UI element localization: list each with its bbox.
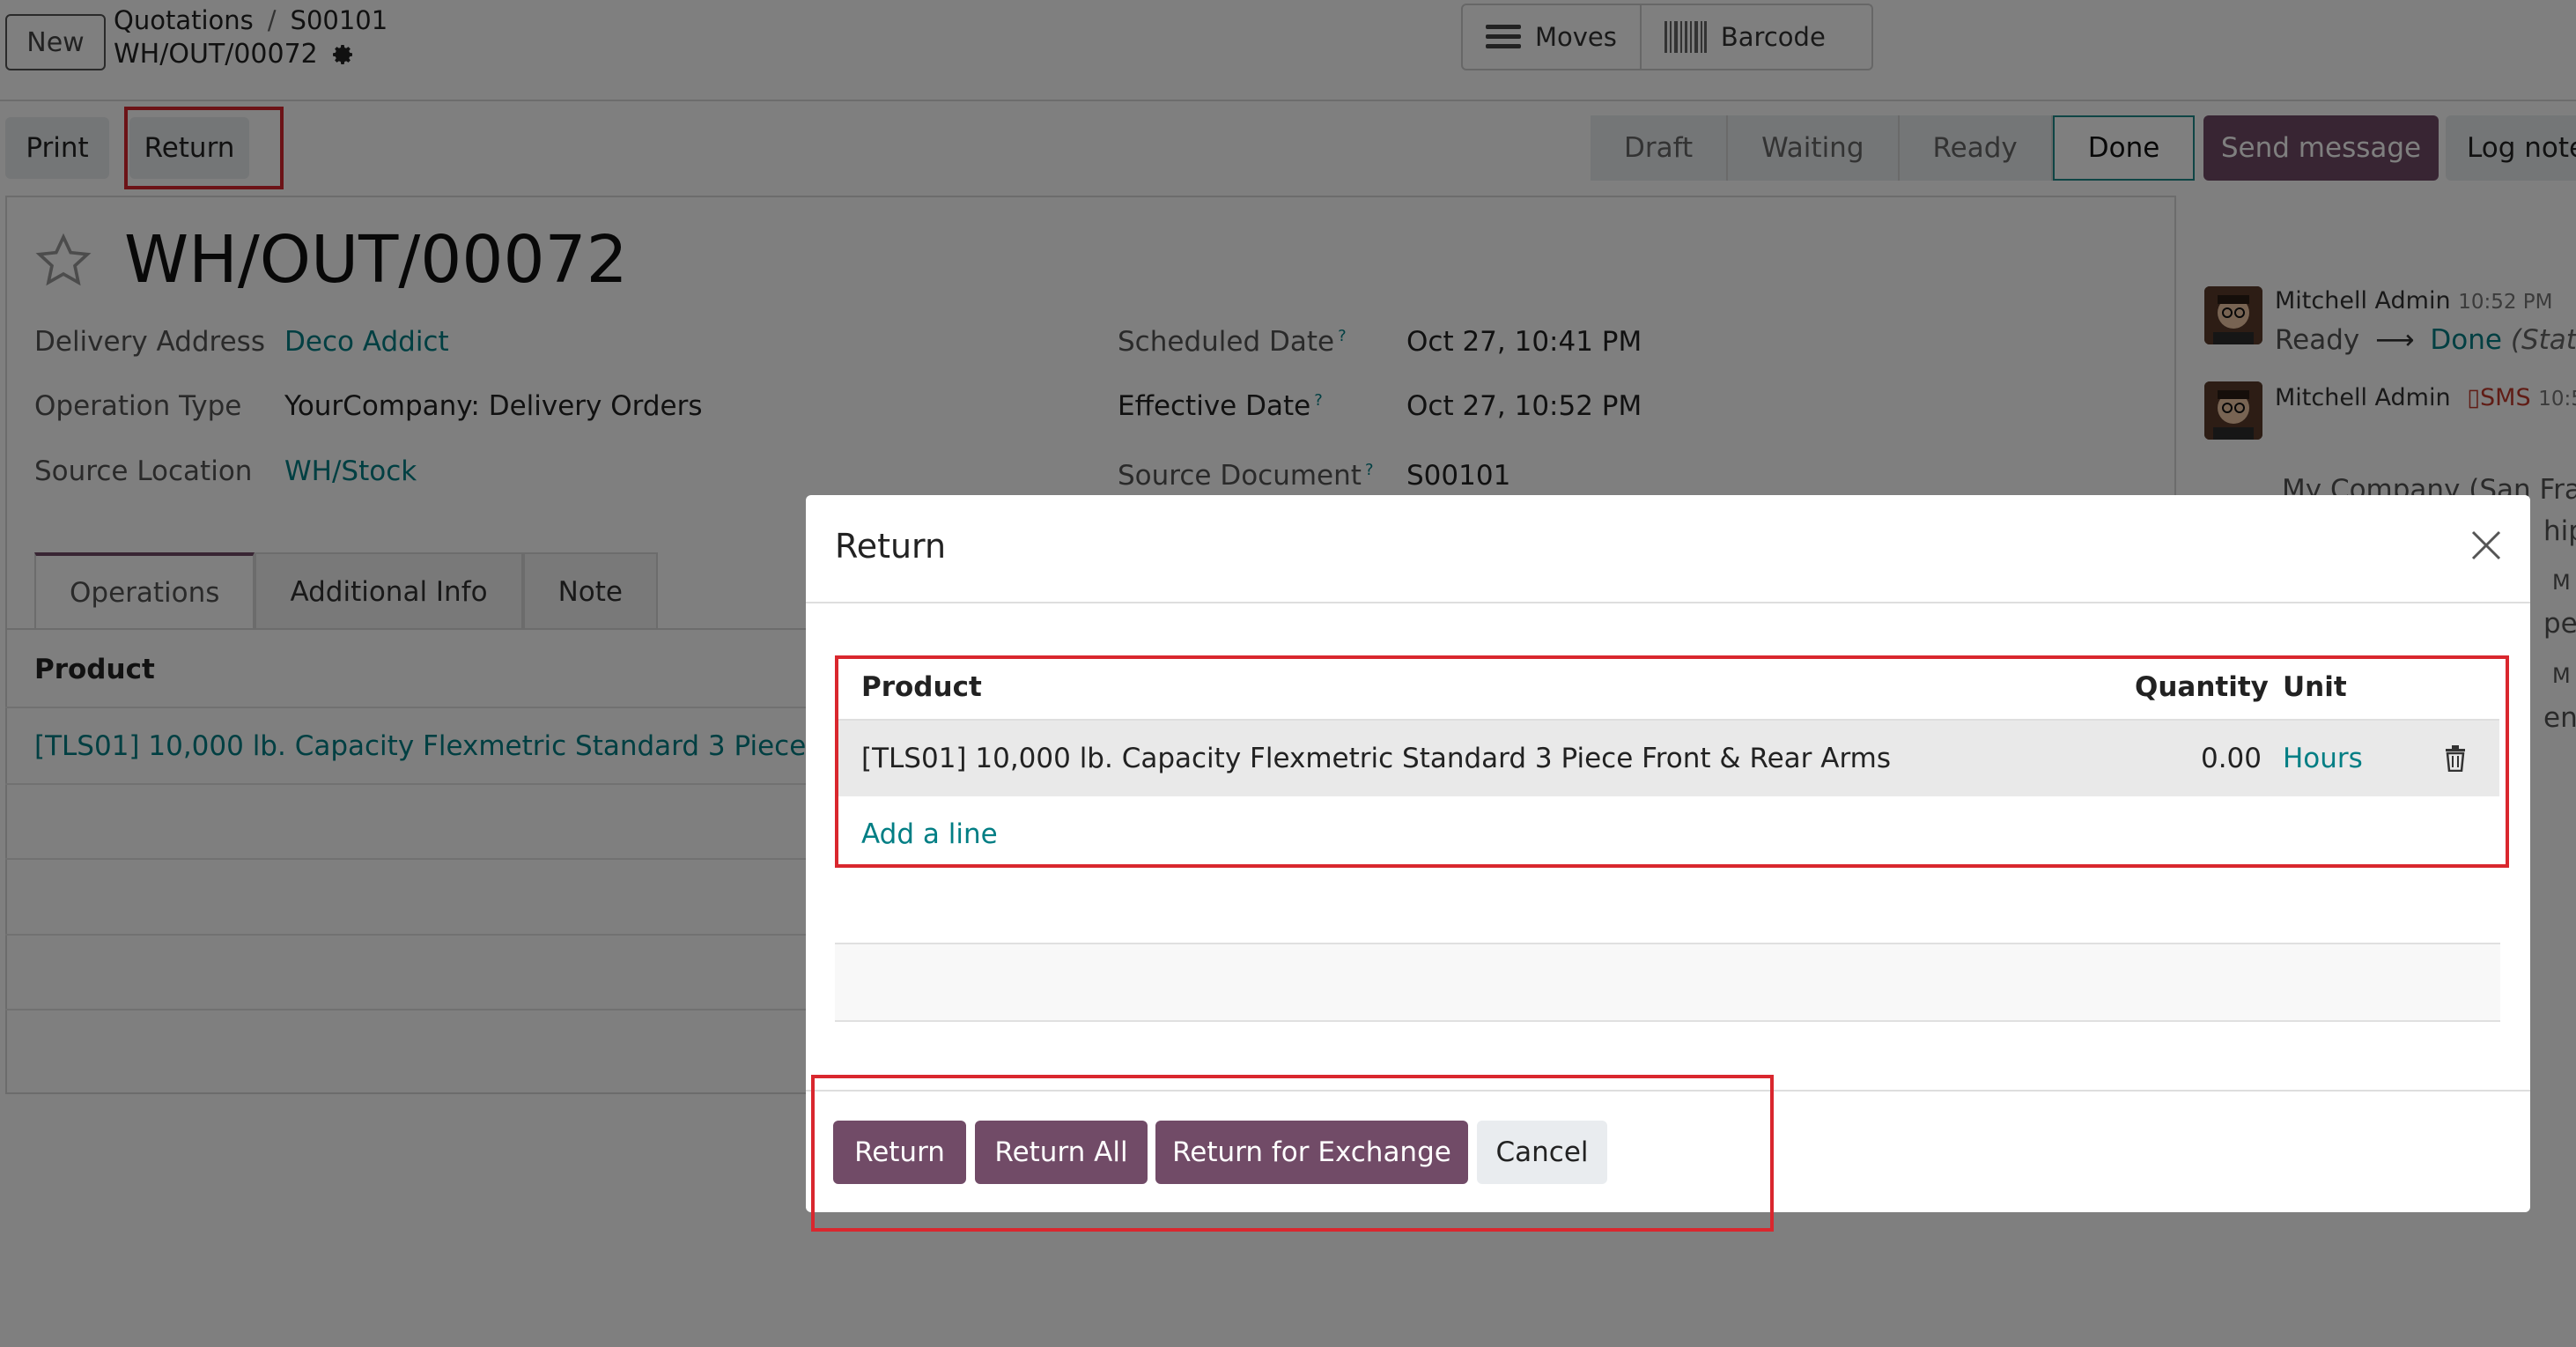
highlight-dialog-buttons [811,1075,1774,1232]
dialog-title: Return [835,527,947,566]
close-icon[interactable] [2466,525,2506,566]
empty-row-divider [835,1020,2500,1022]
highlight-return-table [835,655,2509,868]
dialog-header-divider [806,602,2530,603]
empty-row [835,944,2500,1020]
